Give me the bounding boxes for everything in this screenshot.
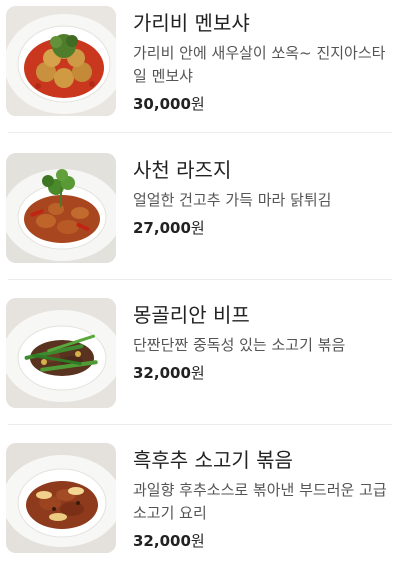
menu-item-description: 가리비 안에 새우살이 쏘옥~ 진지아스타일 멘보샤	[133, 44, 386, 85]
price-unit: 원	[190, 532, 205, 550]
price-unit: 원	[190, 95, 205, 113]
price-amount: 30,000	[133, 95, 191, 113]
menu-item[interactable]: 몽골리안 비프 단짠단짠 중독성 있는 소고기 볶음 32,000원	[0, 298, 400, 428]
menu-item-description: 과일향 후추소스로 볶아낸 부드러운 고급 소고기 요리	[133, 481, 387, 522]
menu-item-info: 가리비 멘보샤 가리비 안에 새우살이 쏘옥~ 진지아스타일 멘보샤 30,00…	[133, 6, 393, 114]
menu-item-name[interactable]: 몽골리안 비프	[133, 302, 393, 328]
menu-list: 가리비 멘보샤 가리비 안에 새우살이 쏘옥~ 진지아스타일 멘보샤 30,00…	[0, 0, 400, 563]
menu-item-price: 27,000원	[133, 218, 393, 238]
divider	[8, 279, 392, 280]
price-unit: 원	[190, 219, 205, 237]
divider	[8, 424, 392, 425]
menu-item-name[interactable]: 사천 라즈지	[133, 157, 393, 183]
menu-item-description: 얼얼한 건고추 가득 마라 닭튀김	[133, 191, 332, 209]
menu-item-info: 몽골리안 비프 단짠단짠 중독성 있는 소고기 볶음 32,000원	[133, 298, 393, 383]
menu-item-name[interactable]: 흑후추 소고기 볶음	[133, 447, 393, 473]
menu-item-info: 사천 라즈지 얼얼한 건고추 가득 마라 닭튀김 27,000원	[133, 153, 393, 238]
dish-fried-shrimp-toast-icon[interactable]	[6, 6, 116, 116]
divider	[8, 132, 392, 133]
dish-black-pepper-beef-icon[interactable]	[6, 443, 116, 553]
menu-item-name[interactable]: 가리비 멘보샤	[133, 10, 393, 36]
price-amount: 32,000	[133, 364, 191, 382]
menu-item-info: 흑후추 소고기 볶음 과일향 후추소스로 볶아낸 부드러운 고급 소고기 요리 …	[133, 443, 393, 551]
menu-item-price: 32,000원	[133, 363, 393, 383]
price-unit: 원	[190, 364, 205, 382]
menu-item-price: 30,000원	[133, 94, 393, 114]
menu-item-description: 단짠단짠 중독성 있는 소고기 볶음	[133, 336, 346, 354]
menu-item[interactable]: 흑후추 소고기 볶음 과일향 후추소스로 볶아낸 부드러운 고급 소고기 요리 …	[0, 443, 400, 573]
dish-beef-stirfry-icon[interactable]	[6, 298, 116, 408]
menu-item[interactable]: 사천 라즈지 얼얼한 건고추 가득 마라 닭튀김 27,000원	[0, 153, 400, 283]
price-amount: 27,000	[133, 219, 191, 237]
price-amount: 32,000	[133, 532, 191, 550]
dish-spicy-fried-chicken-icon[interactable]	[6, 153, 116, 263]
menu-item-price: 32,000원	[133, 531, 393, 551]
menu-item[interactable]: 가리비 멘보샤 가리비 안에 새우살이 쏘옥~ 진지아스타일 멘보샤 30,00…	[0, 6, 400, 136]
